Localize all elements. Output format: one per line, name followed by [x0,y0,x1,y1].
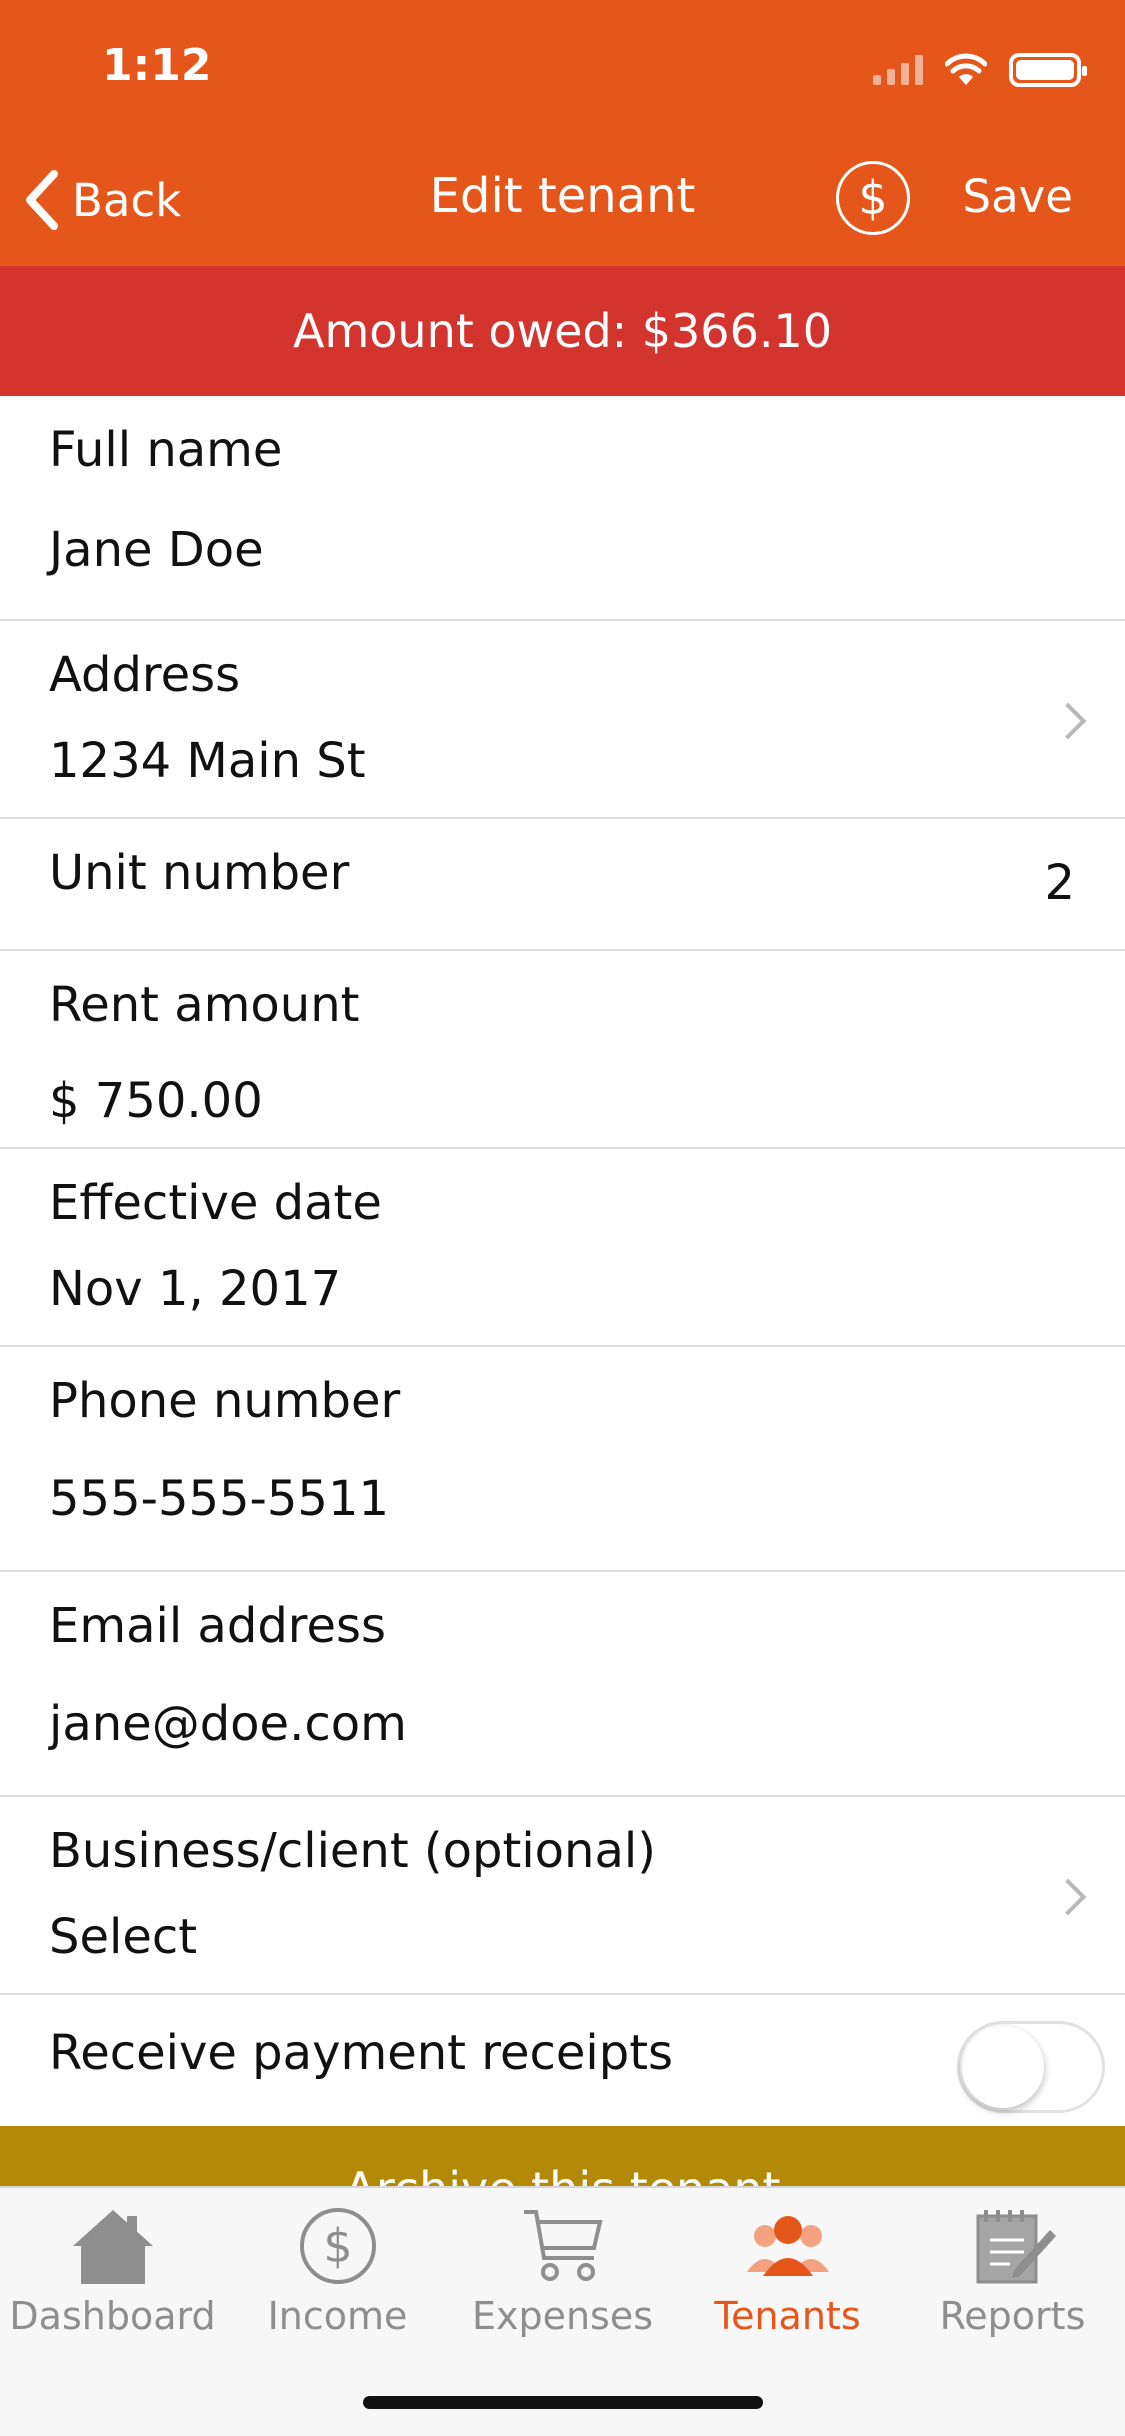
notepad-pencil-icon [968,2206,1058,2286]
save-button[interactable]: Save [963,170,1073,223]
phone-number-value[interactable]: 555-555-5511 [49,1471,389,1527]
tab-dashboard-label: Dashboard [9,2294,216,2338]
toggle-knob [962,2026,1044,2108]
cellular-signal-icon [873,55,923,85]
svg-text:$: $ [323,2219,352,2273]
tab-income[interactable]: $ Income [225,2206,450,2356]
tab-dashboard[interactable]: Dashboard [0,2206,225,2356]
people-icon [743,2206,833,2286]
chevron-right-icon [1049,702,1087,740]
effective-date-field[interactable]: Effective date Nov 1, 2017 [0,1149,1125,1347]
dollar-icon: $ [858,171,888,225]
tab-reports[interactable]: Reports [900,2206,1125,2356]
business-client-value: Select [49,1909,198,1965]
full-name-value[interactable]: Jane Doe [49,522,264,578]
address-value: 1234 Main St [49,733,366,789]
rent-amount-label: Rent amount [49,977,360,1033]
status-icons [873,50,1087,90]
status-time: 1:12 [102,40,212,91]
email-address-field[interactable]: Email address jane@doe.com [0,1572,1125,1797]
unit-number-label: Unit number [49,845,350,901]
rent-amount-value[interactable]: $ 750.00 [49,1073,263,1129]
full-name-field[interactable]: Full name Jane Doe [0,396,1125,621]
email-address-value[interactable]: jane@doe.com [49,1696,407,1752]
tab-tenants-label: Tenants [714,2294,861,2338]
unit-number-value[interactable]: 2 [1044,855,1075,911]
effective-date-value[interactable]: Nov 1, 2017 [49,1261,341,1317]
battery-icon [1009,53,1087,87]
unit-number-field[interactable]: Unit number 2 [0,819,1125,951]
chevron-right-icon [1049,1878,1087,1916]
tab-expenses[interactable]: Expenses [450,2206,675,2356]
navigation-header: 1:12 Back Edit tenant $ Save [0,0,1125,266]
amount-owed-text: Amount owed: $366.10 [293,304,832,358]
page-title: Edit tenant [429,168,696,224]
shopping-cart-icon [518,2206,608,2286]
record-payment-button[interactable]: $ [836,161,910,235]
phone-number-label: Phone number [49,1373,401,1429]
rent-amount-field[interactable]: Rent amount $ 750.00 [0,951,1125,1149]
tab-tenants[interactable]: Tenants [675,2206,900,2356]
tab-reports-label: Reports [939,2294,1086,2338]
address-field[interactable]: Address 1234 Main St [0,621,1125,819]
receive-receipts-field: Receive payment receipts [0,1995,1125,2126]
amount-owed-banner: Amount owed: $366.10 [0,266,1125,396]
tab-expenses-label: Expenses [471,2294,654,2338]
address-label: Address [49,647,241,703]
receive-receipts-label: Receive payment receipts [49,2025,674,2081]
phone-number-field[interactable]: Phone number 555-555-5511 [0,1347,1125,1572]
receive-receipts-toggle[interactable] [957,2021,1105,2113]
full-name-label: Full name [49,422,283,478]
business-client-field[interactable]: Business/client (optional) Select [0,1797,1125,1995]
email-address-label: Email address [49,1598,387,1654]
home-indicator[interactable] [363,2396,763,2409]
house-icon [68,2206,158,2286]
dollar-circle-icon: $ [293,2206,383,2286]
tab-income-label: Income [267,2294,408,2338]
effective-date-label: Effective date [49,1175,382,1231]
business-client-label: Business/client (optional) [49,1823,656,1879]
wifi-icon [945,53,987,85]
